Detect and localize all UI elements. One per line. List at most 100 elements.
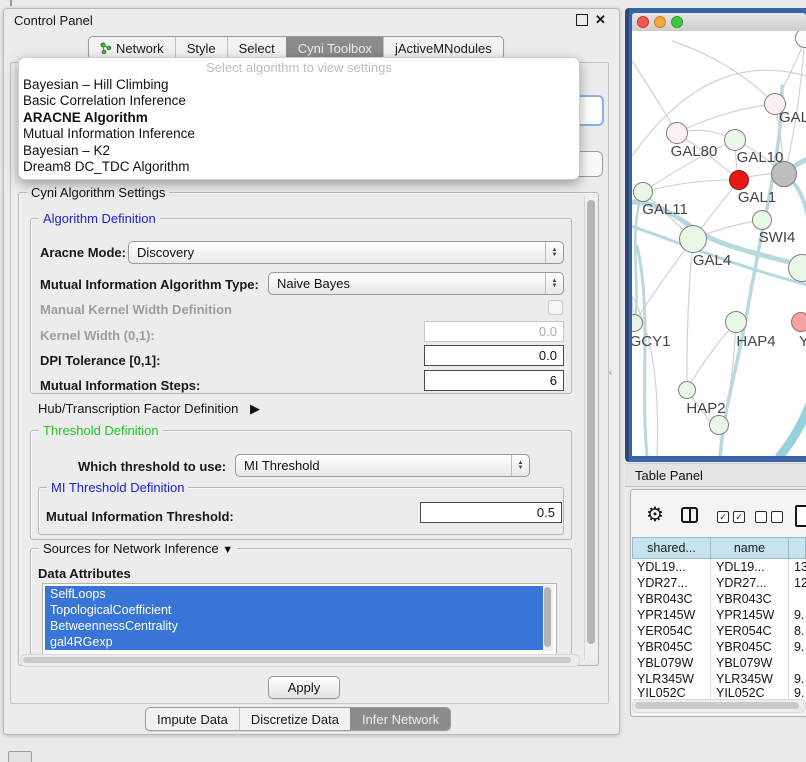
dpi-tolerance-field[interactable]: 0.0 xyxy=(424,345,564,366)
graph-node-swi4[interactable] xyxy=(752,210,772,230)
aracne-mode-combobox[interactable]: Discovery ▲▼ xyxy=(128,241,564,264)
table-row[interactable]: YIL052C YIL052C 9. xyxy=(632,687,806,699)
table-hscrollbar-thumb[interactable] xyxy=(635,702,799,709)
combo-spinner-icon: ▲▼ xyxy=(511,455,529,476)
node-label: GAL xyxy=(779,109,806,126)
threshold-definition-title: Threshold Definition xyxy=(39,423,163,438)
apply-button[interactable]: Apply xyxy=(268,676,340,699)
list-item[interactable]: gal4RGexp xyxy=(45,634,544,650)
data-attributes-list[interactable]: SelfLoops TopologicalCoefficient Between… xyxy=(42,583,557,655)
graph-node-hap2[interactable] xyxy=(678,381,696,399)
minimize-traffic-light[interactable] xyxy=(654,16,666,28)
table-row[interactable]: YBR045C YBR045C 9. xyxy=(632,639,806,655)
table-row[interactable]: YLR345W YLR345W 9. xyxy=(632,671,806,687)
list-item[interactable]: TopologicalCoefficient xyxy=(45,602,544,618)
export-table-icon[interactable] xyxy=(795,505,806,527)
node-label: GAL1 xyxy=(738,189,776,206)
checked-checkbox-icon: ✓ xyxy=(733,511,745,523)
settings-vertical-scrollbar[interactable] xyxy=(584,196,597,660)
list-item[interactable]: BetweennessCentrality xyxy=(45,618,544,634)
minimized-panel-icon[interactable] xyxy=(8,751,32,762)
which-threshold-label: Which threshold to use: xyxy=(78,459,226,474)
graph-node-gal4[interactable] xyxy=(679,225,707,253)
mi-threshold-field[interactable]: 0.5 xyxy=(420,502,562,523)
node-label: GCY1 xyxy=(632,333,670,350)
table-row[interactable]: YBR043C YBR043C xyxy=(632,591,806,607)
column-header-partial[interactable] xyxy=(789,537,806,559)
algorithm-definition-title: Algorithm Definition xyxy=(39,211,160,226)
node-label: GAL4 xyxy=(693,252,731,269)
table-horizontal-scrollbar[interactable] xyxy=(632,699,806,713)
tab-style[interactable]: Style xyxy=(175,37,227,59)
settings-horizontal-scrollbar[interactable] xyxy=(20,654,580,667)
tab-infer-network[interactable]: Infer Network xyxy=(350,708,450,730)
splitpane-handle[interactable]: ‹ xyxy=(609,367,612,378)
table-body: YDL19... YDL19... 13 YDR27... YDR27... 1… xyxy=(632,559,806,699)
popup-item[interactable]: Bayesian – Hill Climbing xyxy=(19,77,579,93)
graph-node[interactable] xyxy=(709,415,729,435)
node-label: HAP2 xyxy=(686,400,725,417)
popup-item[interactable]: Mutual Information Inference xyxy=(19,126,579,142)
mi-steps-field[interactable]: 6 xyxy=(424,370,564,391)
tab-jactivemnodules[interactable]: jActiveMNodules xyxy=(383,37,503,59)
tab-discretize-data[interactable]: Discretize Data xyxy=(239,708,350,730)
column-header-name[interactable]: name xyxy=(711,537,789,559)
deselect-all-columns-icon[interactable] xyxy=(755,511,783,523)
hscrollbar-thumb[interactable] xyxy=(23,657,571,663)
table-row[interactable]: YER054C YER054C 8. xyxy=(632,623,806,639)
table-row[interactable]: YBL079W YBL079W xyxy=(632,655,806,671)
which-threshold-value: MI Threshold xyxy=(244,458,320,473)
kernel-width-field[interactable]: 0.0 xyxy=(424,321,564,342)
desktop: Control Panel ✕ Network Style Select Cyn… xyxy=(0,0,806,762)
graph-node-hap4[interactable] xyxy=(725,311,747,333)
combo-spinner-icon: ▲▼ xyxy=(545,273,563,294)
mi-algorithm-type-value: Naive Bayes xyxy=(277,276,350,291)
algorithm-dropdown-popup: Select algorithm to view settings Bayesi… xyxy=(18,57,580,180)
data-attributes-label: Data Attributes xyxy=(38,566,131,581)
popup-item[interactable]: Bayesian – K2 xyxy=(19,143,579,159)
network-canvas[interactable]: GAL GAL80 GAL10 GAL1 GAL11 SWI4 GAL4 GCY… xyxy=(632,31,806,456)
table-panel-title: Table Panel xyxy=(635,468,703,483)
table-row[interactable]: YDL19... YDL19... 13 xyxy=(632,559,806,575)
close-icon[interactable]: ✕ xyxy=(595,13,606,26)
graph-node[interactable] xyxy=(791,312,806,332)
manual-kernel-width-label: Manual Kernel Width Definition xyxy=(40,302,232,317)
node-label: GAL80 xyxy=(671,143,718,160)
unchecked-checkbox-icon xyxy=(771,511,783,523)
chevron-down-icon: ▼ xyxy=(222,544,233,556)
control-panel-title: Control Panel xyxy=(14,13,93,28)
table-row[interactable]: YDR27... YDR27... 12 xyxy=(632,575,806,591)
gear-icon[interactable]: ⚙ xyxy=(646,505,664,525)
mi-algorithm-type-combobox[interactable]: Naive Bayes ▲▼ xyxy=(268,272,564,295)
select-all-columns-icon[interactable]: ✓ ✓ xyxy=(717,511,745,523)
sources-group-title[interactable]: Sources for Network Inference ▼ xyxy=(39,541,237,556)
columns-icon[interactable] xyxy=(681,507,698,523)
popup-item[interactable]: Basic Correlation Inference xyxy=(19,93,579,109)
float-window-icon[interactable] xyxy=(576,14,588,26)
tab-select[interactable]: Select xyxy=(227,37,286,59)
settings-scrollbar-thumb[interactable] xyxy=(587,200,595,644)
mi-threshold-label: Mutual Information Threshold: xyxy=(46,509,234,524)
graph-node-gal10[interactable] xyxy=(724,129,746,151)
tab-impute-data[interactable]: Impute Data xyxy=(146,708,239,730)
network-tab-icon xyxy=(100,42,112,54)
graph-node-gal11[interactable] xyxy=(633,182,653,202)
hub-definition-toggle[interactable]: Hub/Transcription Factor Definition ▶ xyxy=(38,401,260,417)
kernel-width-label: Kernel Width (0,1): xyxy=(40,328,155,343)
popup-item[interactable]: Dream8 DC_TDC Algorithm xyxy=(19,159,579,175)
list-vertical-scrollbar[interactable] xyxy=(543,585,553,651)
graph-node-gal80[interactable] xyxy=(666,122,688,144)
aracne-mode-value: Discovery xyxy=(137,245,194,260)
zoom-traffic-light[interactable] xyxy=(671,16,683,28)
list-scrollbar-thumb[interactable] xyxy=(544,587,551,647)
list-item[interactable]: SelfLoops xyxy=(45,586,544,602)
tab-network[interactable]: Network xyxy=(89,37,175,59)
column-header-shared-name[interactable]: shared... xyxy=(632,537,711,559)
tab-cyni-toolbox[interactable]: Cyni Toolbox xyxy=(286,37,383,59)
popup-item-selected[interactable]: ARACNE Algorithm xyxy=(19,110,579,126)
close-traffic-light[interactable] xyxy=(637,16,649,28)
table-row[interactable]: YPR145W YPR145W 9. xyxy=(632,607,806,623)
which-threshold-combobox[interactable]: MI Threshold ▲▼ xyxy=(235,454,530,477)
manual-kernel-width-checkbox[interactable] xyxy=(548,300,563,315)
graph-node-gal1-selected[interactable] xyxy=(729,170,749,190)
